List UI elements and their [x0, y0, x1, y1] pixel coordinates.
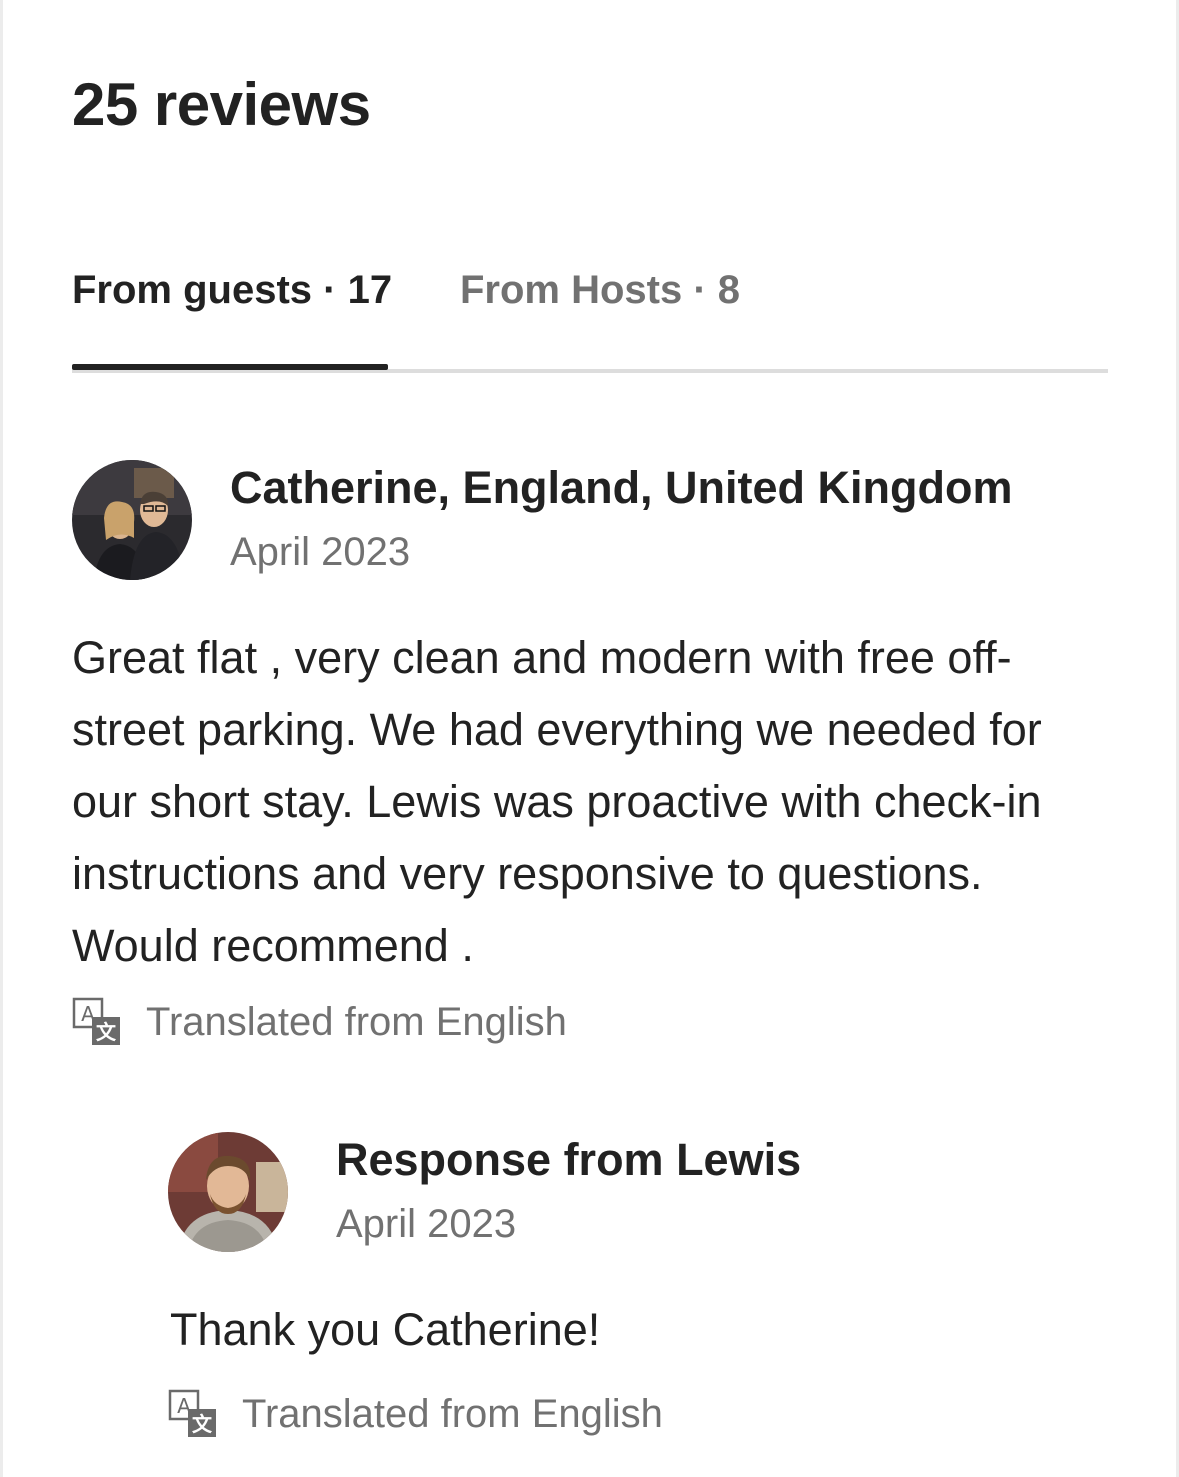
translation-label: Translated from English: [242, 1391, 663, 1436]
response-date: April 2023: [336, 1202, 517, 1246]
translation-note[interactable]: A 文 Translated from English: [72, 994, 567, 1050]
tab-from-hosts[interactable]: From Hosts · 8: [460, 268, 740, 313]
response-title: Response from Lewis: [336, 1134, 802, 1185]
reviewer-name[interactable]: Catherine, England, United Kingdom: [230, 462, 1013, 514]
review-date: April 2023: [230, 530, 411, 574]
review-text: Great flat , very clean and modern with …: [72, 632, 1042, 971]
svg-text:文: 文: [192, 1412, 213, 1436]
translation-label: Translated from English: [146, 999, 567, 1044]
tab-from-guests[interactable]: From guests · 17: [72, 268, 392, 313]
translate-icon: A 文: [72, 997, 120, 1045]
user-photo-icon: [72, 460, 192, 580]
translate-icon: A 文: [168, 1389, 216, 1437]
page-title: 25 reviews: [72, 71, 371, 138]
host-photo-icon: [168, 1132, 288, 1252]
host-avatar[interactable]: [168, 1132, 288, 1252]
reviewer-avatar[interactable]: [72, 460, 192, 580]
response-translation-note[interactable]: A 文 Translated from English: [168, 1386, 663, 1442]
review-tabs: From guests · 17 From Hosts · 8: [72, 268, 1108, 378]
response-text: Thank you Catherine!: [170, 1304, 601, 1355]
active-tab-indicator: [72, 364, 388, 370]
svg-text:文: 文: [96, 1020, 117, 1044]
